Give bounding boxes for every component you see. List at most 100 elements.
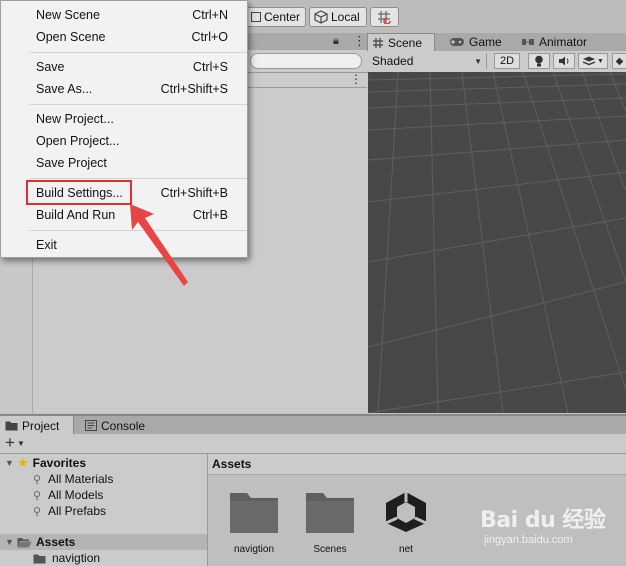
asset-label: navigtion [233, 544, 275, 555]
breadcrumb-label[interactable]: Assets [212, 457, 251, 471]
asset-item[interactable]: navigtion [222, 490, 286, 555]
asset-label: net [399, 544, 413, 555]
effects-icon [582, 56, 596, 66]
hash-icon [373, 37, 383, 48]
menu-item-label: New Project... [36, 112, 114, 126]
grid-snap-icon [377, 11, 391, 24]
tab-game-label: Game [469, 35, 502, 49]
menu-separator [29, 52, 247, 53]
lightbulb-icon [535, 55, 543, 67]
project-toolbar: + ▼ [0, 434, 626, 454]
search-icon: ⚲ [33, 473, 42, 486]
audio-toggle[interactable] [553, 53, 575, 69]
scene-viewport[interactable] [368, 72, 626, 413]
menu-item-open-project[interactable]: Open Project... [2, 130, 246, 152]
star-icon: ★ [17, 455, 29, 470]
menu-item-save-project[interactable]: Save Project [2, 152, 246, 174]
hierarchy-menu-icon[interactable]: ⋮ [350, 72, 362, 86]
menu-item-new-project[interactable]: New Project... [2, 108, 246, 130]
project-tabbar: Project Console [0, 414, 626, 436]
watermark: Bai du 经验 jingyan.baidu.com [480, 508, 626, 564]
pivot-local-button[interactable]: Local [309, 7, 367, 27]
center-icon [251, 12, 261, 22]
unity-logo-icon [385, 492, 427, 532]
menu-item-new-scene[interactable]: New Scene Ctrl+N [2, 4, 246, 26]
tree-assets[interactable]: ▼ Assets [0, 534, 207, 550]
project-tree: ▼ ★ Favorites ⚲ All Materials ⚲ All Mode… [0, 454, 208, 566]
scene-grid [368, 72, 626, 413]
tab-project-label: Project [22, 418, 60, 433]
dropdown-arrow-icon: ▼ [597, 57, 604, 65]
gizmo-icon: ◆ [615, 55, 624, 67]
asset-label: Scenes [313, 544, 347, 555]
tab-animator-label: Animator [539, 35, 588, 49]
tab-scene-label: Scene [388, 35, 423, 50]
menu-item-shortcut: Ctrl+Shift+S [160, 82, 228, 96]
hierarchy-search-input[interactable] [250, 53, 362, 69]
create-button[interactable]: + ▼ [5, 434, 25, 451]
expand-arrow-icon: ▼ [5, 458, 14, 468]
menu-item-open-scene[interactable]: Open Scene Ctrl+O [2, 26, 246, 48]
folder-icon [33, 554, 46, 563]
panel-menu-icon[interactable]: ⋮ [353, 33, 366, 49]
scene-tabbar: Scene Game Animator [367, 33, 626, 52]
folder-icon [5, 421, 18, 431]
asset-item[interactable]: Scenes [298, 490, 362, 555]
assets-breadcrumb: Assets [208, 454, 626, 475]
tab-game[interactable]: Game [445, 33, 511, 51]
snap-button[interactable] [370, 7, 399, 27]
draw-mode-dropdown[interactable]: Shaded ▼ [369, 53, 487, 69]
menu-item-shortcut: Ctrl+O [191, 30, 228, 44]
asset-item[interactable]: net [374, 490, 438, 555]
console-icon [85, 420, 97, 431]
dropdown-arrow-icon: ▼ [16, 438, 25, 448]
search-icon: ⚲ [33, 489, 42, 502]
menu-item-shortcut: Ctrl+S [192, 60, 228, 74]
annotation-arrow-icon [130, 204, 188, 286]
folder-open-icon [17, 537, 32, 547]
speaker-icon [559, 56, 569, 66]
tree-item[interactable]: ⚲ All Prefabs [0, 503, 207, 519]
menu-item-label: Build And Run [36, 208, 116, 222]
tab-animator[interactable]: Animator [517, 33, 607, 51]
watermark-url: jingyan.baidu.com [484, 534, 573, 546]
menu-item-save[interactable]: Save Ctrl+S [2, 56, 246, 78]
tree-item-label: navigtion [52, 551, 101, 565]
gizmos-toggle[interactable]: ◆ [612, 53, 626, 69]
menu-item-label: New Scene [36, 8, 100, 22]
lighting-toggle[interactable] [528, 53, 550, 69]
menu-item-save-as[interactable]: Save As... Ctrl+Shift+S [2, 78, 246, 100]
draw-mode-value: Shaded [372, 54, 414, 68]
menu-separator [29, 104, 247, 105]
animator-icon [522, 39, 534, 45]
local-label: Local [331, 10, 360, 24]
tab-console-label: Console [101, 418, 146, 433]
tab-console[interactable]: Console [80, 416, 160, 435]
cube-icon [314, 10, 328, 24]
menu-item-label: Save As... [36, 82, 93, 96]
menu-item-label: Open Project... [36, 134, 120, 148]
tree-item[interactable]: ⚲ All Models [0, 487, 207, 503]
highlight-box [26, 180, 132, 205]
watermark-brand: Bai du 经验 [480, 508, 606, 533]
menu-item-label: Save Project [36, 156, 107, 170]
center-label: Center [264, 10, 301, 24]
tree-item-label: All Prefabs [48, 504, 107, 518]
tab-scene[interactable]: Scene [367, 33, 435, 51]
tree-item[interactable]: ⚲ All Materials [0, 471, 207, 487]
tree-item[interactable]: navigtion [0, 550, 207, 566]
pivot-center-button[interactable]: Center [246, 7, 306, 27]
gamepad-icon [450, 38, 464, 46]
mode-2d-toggle[interactable]: 2D [494, 53, 520, 69]
menu-item-label: Open Scene [36, 30, 106, 44]
folder-icon [306, 493, 354, 533]
menu-item-label: Save [36, 60, 65, 74]
dropdown-arrow-icon: ▼ [474, 56, 482, 66]
tree-item-label: All Models [48, 488, 104, 502]
lock-icon[interactable]: 🔒︎ [333, 35, 339, 48]
tree-item-label: All Materials [48, 472, 114, 486]
folder-icon [230, 493, 278, 533]
tree-favorites[interactable]: ▼ ★ Favorites [0, 455, 207, 471]
menu-item-shortcut: Ctrl+N [192, 8, 228, 22]
effects-toggle[interactable]: ▼ [578, 53, 608, 69]
